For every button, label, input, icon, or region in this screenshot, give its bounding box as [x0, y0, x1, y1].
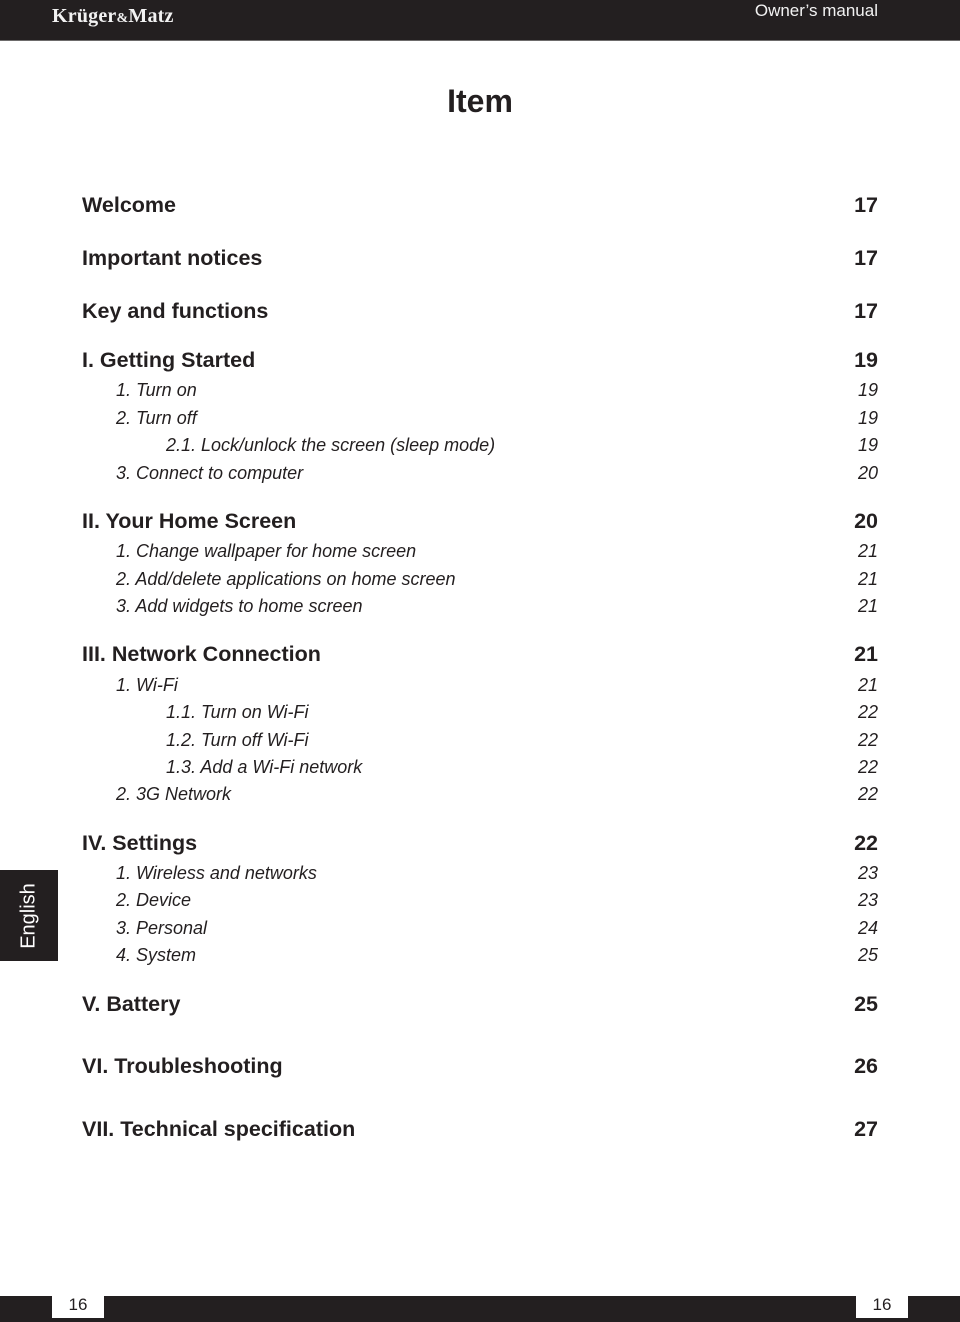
toc-subsection: 1.2. Turn off Wi-Fi 22: [82, 726, 878, 754]
toc-chapter: IV. Settings 22: [82, 829, 878, 857]
toc-section: 3. Personal 24: [82, 914, 878, 942]
toc-section: 2. Turn off 19: [82, 404, 878, 432]
toc-entry-label: 1.2. Turn off Wi-Fi: [166, 729, 309, 750]
language-label: English: [17, 882, 40, 949]
toc-entry-page-number: 22: [854, 830, 878, 855]
toc-entry-page-number: 20: [854, 508, 878, 533]
toc-chapter: Welcome 17: [82, 191, 878, 219]
toc-entry-page-number: 21: [857, 674, 878, 695]
toc-entry-page-number: 19: [857, 434, 878, 455]
page-number-left: 16: [52, 1296, 104, 1318]
toc-entry-label: Welcome: [82, 192, 176, 217]
toc-entry-label: 3. Personal: [116, 917, 208, 938]
toc-entry-page-number: 22: [857, 783, 878, 804]
toc-entry-label: II. Your Home Screen: [82, 508, 297, 533]
toc-section: 2. Device 23: [82, 886, 878, 914]
toc-entry-page-number: 21: [854, 641, 878, 666]
toc-entry-page-number: 19: [854, 347, 878, 372]
toc-entry-page-number: 24: [857, 917, 878, 938]
toc-entry-label: 1. Wi-Fi: [116, 674, 178, 695]
toc-entry-label: III. Network Connection: [82, 641, 321, 666]
toc-entry-label: 2. Device: [116, 889, 192, 910]
toc-entry-page-number: 22: [857, 729, 878, 750]
toc-entry-page-number: 23: [857, 889, 878, 910]
toc-section: 3. Add widgets to home screen 21: [82, 592, 878, 620]
toc-entry-label: 1. Change wallpaper for home screen: [116, 540, 417, 561]
toc-subsection: 2.1. Lock/unlock the screen (sleep mode)…: [82, 431, 878, 459]
toc-entry-label: 3. Add widgets to home screen: [116, 595, 363, 616]
toc-subsection: 1.3. Add a Wi-Fi network 22: [82, 753, 878, 781]
toc-entry-page-number: 22: [857, 701, 878, 722]
toc-entry-label: 4. System: [116, 944, 197, 965]
language-tab: English: [0, 870, 58, 961]
toc-section: 1. Wireless and networks 23: [82, 859, 878, 887]
toc-chapter: V. Battery 25: [82, 990, 878, 1018]
toc-entry-label: 1. Wireless and networks: [116, 862, 317, 883]
toc-entry-label: 2.1. Lock/unlock the screen (sleep mode): [166, 434, 496, 455]
toc-chapter: I. Getting Started 19: [82, 346, 878, 374]
toc-entry-page-number: 26: [854, 1053, 878, 1078]
toc-entry-page-number: 22: [857, 756, 878, 777]
toc-section: 1. Change wallpaper for home screen 21: [82, 537, 878, 565]
toc-subsection: 1.1. Turn on Wi-Fi 22: [82, 698, 878, 726]
toc-entry-label: 1. Turn on: [116, 379, 197, 400]
toc-entry-page-number: 21: [857, 595, 878, 616]
toc-chapter: VI. Troubleshooting 26: [82, 1052, 878, 1080]
toc-entry-page-number: 27: [854, 1116, 878, 1141]
toc-entry-label: 2. Turn off: [116, 407, 197, 428]
toc-chapter: II. Your Home Screen 20: [82, 507, 878, 535]
toc-chapter: Key and functions 17: [82, 297, 878, 325]
toc-entry-page-number: 25: [857, 944, 878, 965]
toc-entry-label: Important notices: [82, 245, 263, 270]
toc-entry-label: 1.3. Add a Wi-Fi network: [166, 756, 363, 777]
toc-entry-page-number: 23: [857, 862, 878, 883]
toc-section: 4. System 25: [82, 941, 878, 969]
toc-section: 3. Connect to computer 20: [82, 459, 878, 487]
toc-section: 1. Wi-Fi 21: [82, 671, 878, 699]
toc-entry-label: V. Battery: [82, 991, 181, 1016]
table-of-contents: Welcome 17 Important notices 17 Key and func…: [0, 0, 960, 1322]
toc-entry-page-number: 21: [857, 568, 878, 589]
toc-entry-page-number: 19: [857, 379, 878, 400]
toc-entry-label: 3. Connect to computer: [116, 462, 304, 483]
toc-section: 2. Add/delete applications on home scree…: [82, 565, 878, 593]
toc-entry-label: I. Getting Started: [82, 347, 256, 372]
toc-entry-page-number: 17: [854, 192, 878, 217]
toc-entry-label: 2. 3G Network: [116, 783, 232, 804]
toc-entry-page-number: 25: [854, 991, 878, 1016]
toc-section: 1. Turn on 19: [82, 376, 878, 404]
toc-entry-label: 2. Add/delete applications on home scree…: [116, 568, 456, 589]
toc-chapter: III. Network Connection 21: [82, 640, 878, 668]
page-footer: 16 16: [0, 1296, 960, 1322]
toc-entry-label: 1.1. Turn on Wi-Fi: [166, 701, 309, 722]
toc-entry-page-number: 20: [857, 462, 878, 483]
toc-entry-label: IV. Settings: [82, 830, 198, 855]
toc-entry-page-number: 17: [854, 245, 878, 270]
page-number-right: 16: [856, 1296, 908, 1318]
toc-entry-page-number: 19: [857, 407, 878, 428]
toc-chapter: Important notices 17: [82, 244, 878, 272]
toc-entry-page-number: 21: [857, 540, 878, 561]
toc-chapter: VII. Technical specification 27: [82, 1115, 878, 1143]
toc-entry-label: VII. Technical specification: [82, 1116, 356, 1141]
toc-entry-label: VI. Troubleshooting: [82, 1053, 283, 1078]
toc-section: 2. 3G Network 22: [82, 780, 878, 808]
toc-entry-label: Key and functions: [82, 298, 269, 323]
toc-entry-page-number: 17: [854, 298, 878, 323]
